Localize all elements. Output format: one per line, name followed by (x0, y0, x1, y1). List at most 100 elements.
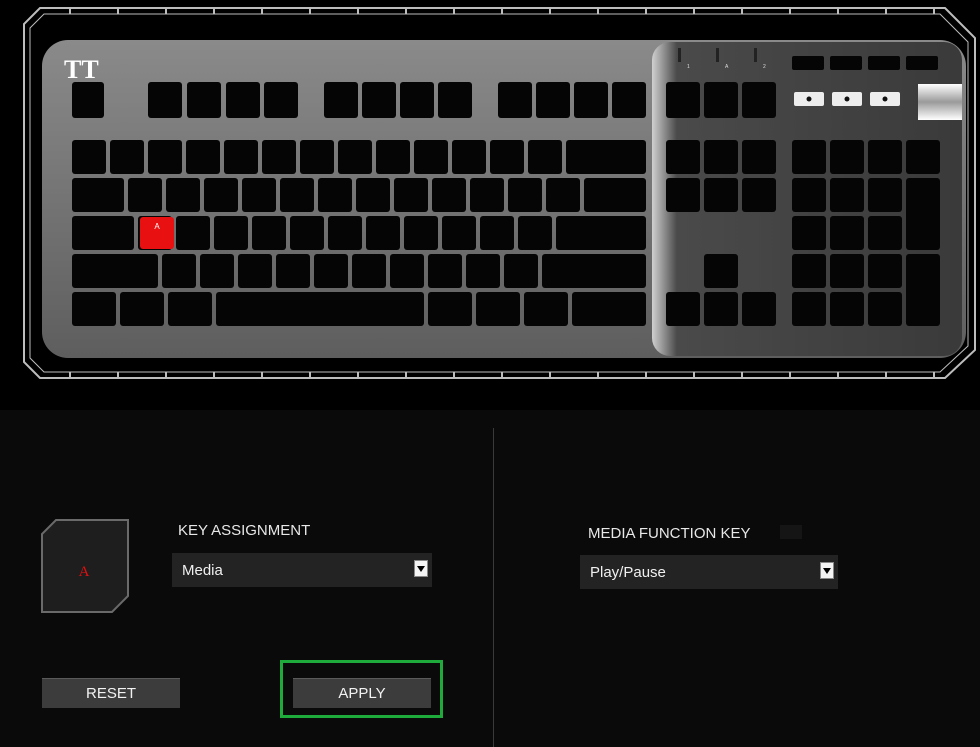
key[interactable] (200, 254, 234, 288)
key[interactable] (572, 292, 646, 326)
key[interactable] (432, 178, 466, 212)
key[interactable] (166, 178, 200, 212)
media-key[interactable] (792, 56, 824, 70)
key-numpad[interactable] (868, 178, 902, 212)
key[interactable] (566, 140, 646, 174)
key-nav[interactable] (666, 178, 700, 212)
key[interactable] (214, 216, 248, 250)
key-numpad[interactable] (830, 254, 864, 288)
key-function[interactable] (498, 82, 532, 118)
key[interactable] (128, 178, 162, 212)
key-numpad[interactable] (868, 254, 902, 288)
key[interactable] (466, 254, 500, 288)
key[interactable] (356, 178, 390, 212)
key-numpad[interactable] (792, 140, 826, 174)
key[interactable] (204, 178, 238, 212)
key-numpad[interactable] (868, 292, 902, 326)
key[interactable] (528, 140, 562, 174)
key[interactable] (216, 292, 424, 326)
key-numpad[interactable] (868, 216, 902, 250)
key[interactable] (238, 254, 272, 288)
key-numpad[interactable] (906, 140, 940, 174)
key-nav[interactable] (704, 292, 738, 326)
key[interactable] (428, 254, 462, 288)
key[interactable] (300, 140, 334, 174)
key-function[interactable] (264, 82, 298, 118)
key-nav[interactable] (666, 140, 700, 174)
key-function[interactable] (666, 82, 700, 118)
key[interactable] (518, 216, 552, 250)
key[interactable] (72, 178, 124, 212)
key-function[interactable] (324, 82, 358, 118)
key-numpad[interactable] (868, 140, 902, 174)
key[interactable] (490, 140, 524, 174)
key[interactable] (404, 216, 438, 250)
key-function[interactable] (612, 82, 646, 118)
apply-button[interactable]: APPLY (293, 678, 431, 708)
key-nav[interactable] (742, 292, 776, 326)
key-numpad[interactable] (792, 292, 826, 326)
key[interactable] (442, 216, 476, 250)
key[interactable] (508, 178, 542, 212)
reset-button[interactable]: RESET (42, 678, 180, 708)
key[interactable] (148, 140, 182, 174)
key-nav[interactable] (704, 178, 738, 212)
key-function[interactable] (400, 82, 434, 118)
key-numpad-enter[interactable] (906, 254, 940, 326)
key-nav[interactable] (704, 254, 738, 288)
key[interactable] (262, 140, 296, 174)
key[interactable] (290, 216, 324, 250)
key-numpad[interactable] (830, 178, 864, 212)
key-numpad[interactable] (830, 140, 864, 174)
key-function[interactable] (438, 82, 472, 118)
key-assignment-select[interactable]: Media (172, 553, 432, 587)
key[interactable] (504, 254, 538, 288)
key-function[interactable] (742, 82, 776, 118)
key-numpad[interactable] (792, 216, 826, 250)
media-key[interactable] (830, 56, 862, 70)
key[interactable] (428, 292, 472, 326)
key[interactable] (452, 140, 486, 174)
key[interactable] (110, 140, 144, 174)
key[interactable] (390, 254, 424, 288)
key-nav[interactable] (742, 140, 776, 174)
key-numpad-plus[interactable] (906, 178, 940, 250)
key[interactable] (162, 254, 196, 288)
key-function[interactable] (704, 82, 738, 118)
key-numpad[interactable] (792, 254, 826, 288)
key[interactable] (186, 140, 220, 174)
key[interactable] (546, 178, 580, 212)
key[interactable] (120, 292, 164, 326)
key[interactable] (476, 292, 520, 326)
chevron-down-icon[interactable] (414, 560, 428, 577)
key[interactable] (376, 140, 410, 174)
media-function-select[interactable]: Play/Pause (580, 555, 838, 589)
volume-wheel[interactable] (918, 84, 962, 120)
chevron-down-icon[interactable] (820, 562, 834, 579)
key[interactable] (318, 178, 352, 212)
key[interactable] (280, 178, 314, 212)
key[interactable] (352, 254, 386, 288)
key[interactable] (394, 178, 428, 212)
key[interactable] (176, 216, 210, 250)
key[interactable] (328, 216, 362, 250)
key[interactable] (366, 216, 400, 250)
key[interactable] (242, 178, 276, 212)
key[interactable] (524, 292, 568, 326)
key[interactable] (542, 254, 646, 288)
key-numpad[interactable] (830, 216, 864, 250)
key-function[interactable] (536, 82, 570, 118)
key[interactable] (72, 216, 134, 250)
media-key[interactable] (868, 56, 900, 70)
media-key[interactable] (906, 56, 938, 70)
key[interactable] (338, 140, 372, 174)
key-function[interactable] (148, 82, 182, 118)
key-numpad[interactable] (830, 292, 864, 326)
key[interactable] (584, 178, 646, 212)
key[interactable] (414, 140, 448, 174)
key[interactable] (72, 292, 116, 326)
key-esc[interactable] (72, 82, 104, 118)
key-nav[interactable] (666, 292, 700, 326)
key[interactable] (72, 254, 158, 288)
key[interactable] (556, 216, 646, 250)
